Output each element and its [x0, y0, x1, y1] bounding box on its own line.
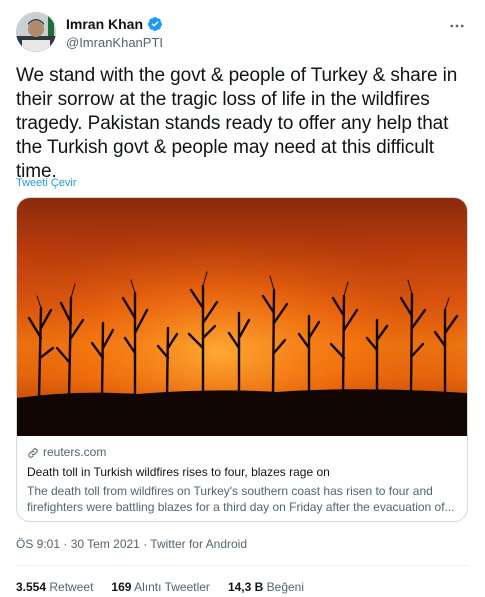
quotes-stat[interactable]: 169 Alıntı Tweetler: [111, 580, 210, 594]
card-title: Death toll in Turkish wildfires rises to…: [27, 465, 330, 479]
card-domain-row: reuters.com: [27, 444, 457, 460]
more-options-icon[interactable]: [447, 16, 467, 36]
divider: [16, 565, 469, 566]
handle[interactable]: @ImranKhanPTI: [66, 35, 163, 50]
retweets-stat[interactable]: 3.554 Retweet: [16, 580, 93, 594]
wildfire-photo: [17, 198, 467, 436]
tweet-timestamp[interactable]: ÖS 9:01 · 30 Tem 2021 · Twitter for Andr…: [16, 537, 247, 551]
card-image[interactable]: [17, 198, 467, 436]
likes-count: 14,3 B: [227, 580, 264, 594]
verified-icon: [147, 16, 163, 32]
display-name[interactable]: Imran Khan: [66, 16, 143, 32]
quotes-count: 169: [111, 580, 132, 594]
tweet-stats: 3.554 Retweet 169 Alıntı Tweetler 14,3 B…: [16, 580, 304, 594]
likes-stat[interactable]: 14,3 B Beğeni: [228, 580, 304, 594]
likes-label: Beğeni: [266, 580, 305, 594]
avatar-image: [16, 12, 56, 52]
card-description: The death toll from wildfires on Turkey'…: [27, 484, 455, 514]
author-names: Imran Khan @ImranKhanPTI: [66, 14, 163, 51]
tweet: Imran Khan @ImranKhanPTI We stand with t…: [0, 0, 485, 597]
tweet-header: Imran Khan @ImranKhanPTI: [16, 12, 469, 56]
quotes-label: Alıntı Tweetler: [134, 580, 210, 594]
tweet-text: We stand with the govt & people of Turke…: [16, 65, 458, 182]
translate-tweet-link[interactable]: Tweeti Çevir: [16, 177, 77, 189]
card-meta: reuters.com Death toll in Turkish wildfi…: [27, 444, 457, 515]
link-card[interactable]: reuters.com Death toll in Turkish wildfi…: [16, 197, 468, 522]
display-name-row: Imran Khan: [66, 14, 163, 33]
link-icon: [27, 446, 39, 458]
card-domain: reuters.com: [43, 445, 107, 459]
retweets-count: 3.554: [16, 580, 47, 594]
avatar[interactable]: [16, 12, 56, 52]
retweets-label: Retweet: [49, 580, 94, 594]
